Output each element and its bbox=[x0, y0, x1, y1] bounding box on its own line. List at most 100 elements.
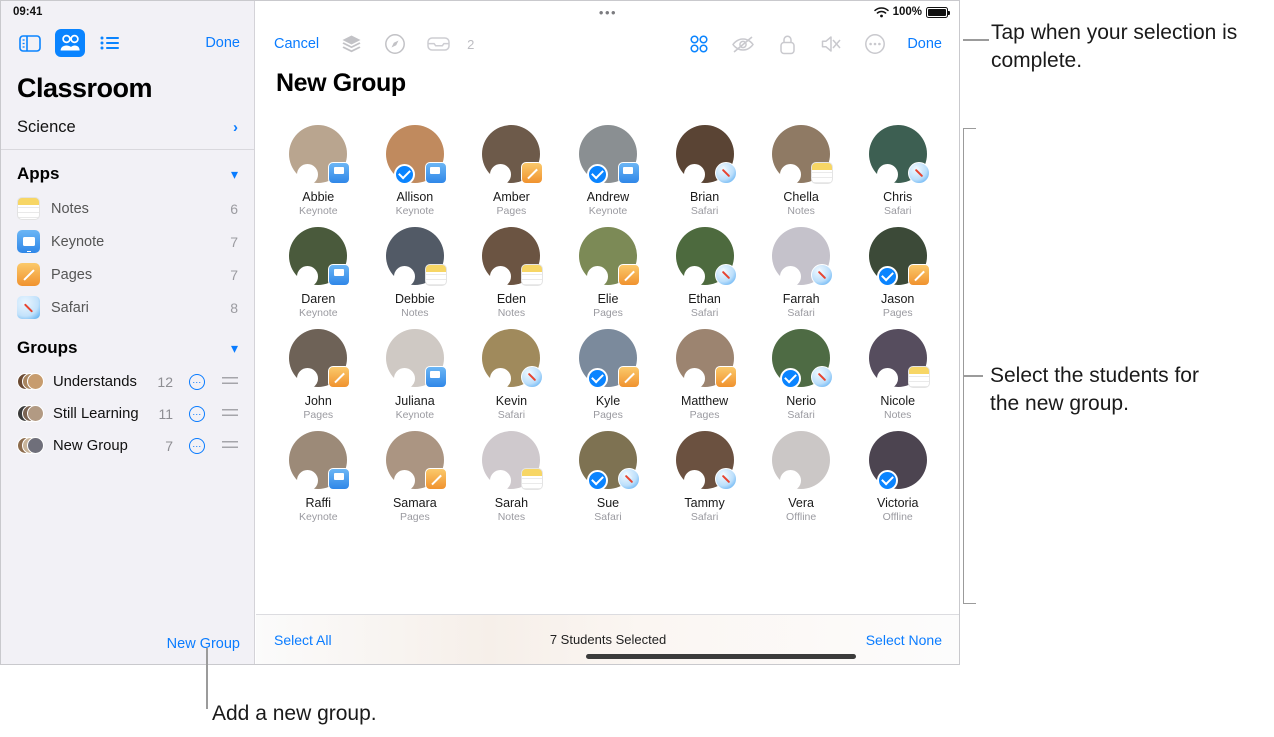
student-avatar-wrap[interactable] bbox=[579, 431, 637, 489]
student-cell[interactable]: SueSafari bbox=[560, 431, 657, 523]
reorder-handle-icon[interactable] bbox=[222, 409, 238, 420]
mute-button[interactable] bbox=[819, 32, 843, 56]
student-avatar-wrap[interactable] bbox=[482, 431, 540, 489]
student-avatar-wrap[interactable] bbox=[772, 329, 830, 387]
navigate-button[interactable] bbox=[383, 32, 407, 56]
select-all-button[interactable]: Select All bbox=[274, 632, 332, 648]
select-none-button[interactable]: Select None bbox=[866, 632, 942, 648]
student-avatar-wrap[interactable] bbox=[869, 431, 927, 489]
student-avatar-wrap[interactable] bbox=[869, 125, 927, 183]
student-cell[interactable]: EthanSafari bbox=[656, 227, 753, 319]
student-cell[interactable]: TammySafari bbox=[656, 431, 753, 523]
home-indicator[interactable] bbox=[586, 654, 856, 659]
new-group-button[interactable]: New Group bbox=[167, 636, 240, 652]
sidebar-toggle-button[interactable] bbox=[15, 29, 45, 57]
student-avatar-wrap[interactable] bbox=[579, 227, 637, 285]
selected-check-icon[interactable] bbox=[780, 368, 801, 389]
student-cell[interactable]: MatthewPages bbox=[656, 329, 753, 421]
student-cell[interactable]: JulianaKeynote bbox=[367, 329, 464, 421]
unselected-check-icon[interactable] bbox=[780, 470, 801, 491]
unselected-check-icon[interactable] bbox=[780, 164, 801, 185]
selected-check-icon[interactable] bbox=[877, 470, 898, 491]
unselected-check-icon[interactable] bbox=[684, 266, 705, 287]
unselected-check-icon[interactable] bbox=[394, 368, 415, 389]
group-more-button[interactable]: ⋯ bbox=[189, 406, 205, 422]
selected-check-icon[interactable] bbox=[877, 266, 898, 287]
student-cell[interactable]: JohnPages bbox=[270, 329, 367, 421]
student-avatar-wrap[interactable] bbox=[772, 227, 830, 285]
sidebar-app-keynote[interactable]: Keynote 7 bbox=[1, 225, 254, 258]
student-cell[interactable]: SamaraPages bbox=[367, 431, 464, 523]
student-avatar-wrap[interactable] bbox=[386, 329, 444, 387]
student-cell[interactable]: DebbieNotes bbox=[367, 227, 464, 319]
sidebar-groups-section-header[interactable]: Groups ▾ bbox=[1, 324, 254, 366]
more-options-button[interactable] bbox=[863, 32, 887, 56]
student-avatar-wrap[interactable] bbox=[482, 125, 540, 183]
student-avatar-wrap[interactable] bbox=[386, 125, 444, 183]
unselected-check-icon[interactable] bbox=[877, 164, 898, 185]
cancel-button[interactable]: Cancel bbox=[274, 36, 319, 52]
lock-screen-button[interactable] bbox=[775, 32, 799, 56]
student-cell[interactable]: DarenKeynote bbox=[270, 227, 367, 319]
student-avatar-wrap[interactable] bbox=[386, 431, 444, 489]
student-cell[interactable]: EdenNotes bbox=[463, 227, 560, 319]
sidebar-group-new-group[interactable]: New Group 7 ⋯ bbox=[1, 430, 254, 462]
student-avatar-wrap[interactable] bbox=[482, 329, 540, 387]
reorder-handle-icon[interactable] bbox=[222, 377, 238, 388]
student-avatar-wrap[interactable] bbox=[676, 227, 734, 285]
sidebar-group-still-learning[interactable]: Still Learning 11 ⋯ bbox=[1, 398, 254, 430]
unselected-check-icon[interactable] bbox=[684, 368, 705, 389]
student-avatar-wrap[interactable] bbox=[289, 431, 347, 489]
selected-check-icon[interactable] bbox=[587, 470, 608, 491]
sidebar-done-button[interactable]: Done bbox=[205, 35, 240, 51]
student-avatar-wrap[interactable] bbox=[289, 125, 347, 183]
sidebar-apps-section-header[interactable]: Apps ▾ bbox=[1, 150, 254, 192]
student-cell[interactable]: AmberPages bbox=[463, 125, 560, 217]
sidebar-class-row[interactable]: Science › bbox=[1, 112, 254, 150]
unselected-check-icon[interactable] bbox=[394, 266, 415, 287]
student-cell[interactable]: ChellaNotes bbox=[753, 125, 850, 217]
student-avatar-wrap[interactable] bbox=[482, 227, 540, 285]
student-avatar-wrap[interactable] bbox=[869, 329, 927, 387]
main-done-button[interactable]: Done bbox=[907, 36, 942, 52]
student-cell[interactable]: VictoriaOffline bbox=[849, 431, 946, 523]
student-avatar-wrap[interactable] bbox=[579, 125, 637, 183]
unselected-check-icon[interactable] bbox=[587, 266, 608, 287]
group-more-button[interactable]: ⋯ bbox=[189, 374, 205, 390]
unselected-check-icon[interactable] bbox=[394, 470, 415, 491]
sidebar-app-notes[interactable]: Notes 6 bbox=[1, 192, 254, 225]
unselected-check-icon[interactable] bbox=[684, 470, 705, 491]
student-avatar-wrap[interactable] bbox=[289, 329, 347, 387]
student-avatar-wrap[interactable] bbox=[676, 431, 734, 489]
unselected-check-icon[interactable] bbox=[780, 266, 801, 287]
layers-button[interactable] bbox=[339, 32, 363, 56]
student-avatar-wrap[interactable] bbox=[869, 227, 927, 285]
student-avatar-wrap[interactable] bbox=[772, 431, 830, 489]
student-cell[interactable]: KevinSafari bbox=[463, 329, 560, 421]
student-cell[interactable]: NerioSafari bbox=[753, 329, 850, 421]
student-cell[interactable]: FarrahSafari bbox=[753, 227, 850, 319]
grid-view-button[interactable] bbox=[687, 32, 711, 56]
hide-screen-button[interactable] bbox=[731, 32, 755, 56]
sidebar-list-view-button[interactable] bbox=[95, 29, 125, 57]
student-cell[interactable]: KylePages bbox=[560, 329, 657, 421]
group-more-button[interactable]: ⋯ bbox=[189, 438, 205, 454]
sidebar-group-understands[interactable]: Understands 12 ⋯ bbox=[1, 366, 254, 398]
inbox-button[interactable] bbox=[427, 32, 451, 56]
student-cell[interactable]: NicoleNotes bbox=[849, 329, 946, 421]
multitask-dots-icon[interactable]: ••• bbox=[599, 6, 617, 19]
student-cell[interactable]: SarahNotes bbox=[463, 431, 560, 523]
student-cell[interactable]: JasonPages bbox=[849, 227, 946, 319]
student-avatar-wrap[interactable] bbox=[676, 329, 734, 387]
sidebar-people-view-button[interactable] bbox=[55, 29, 85, 57]
unselected-check-icon[interactable] bbox=[684, 164, 705, 185]
student-cell[interactable]: RaffiKeynote bbox=[270, 431, 367, 523]
student-cell[interactable]: EliePages bbox=[560, 227, 657, 319]
student-avatar-wrap[interactable] bbox=[289, 227, 347, 285]
student-avatar-wrap[interactable] bbox=[772, 125, 830, 183]
sidebar-app-pages[interactable]: Pages 7 bbox=[1, 258, 254, 291]
reorder-handle-icon[interactable] bbox=[222, 441, 238, 452]
student-cell[interactable]: AndrewKeynote bbox=[560, 125, 657, 217]
student-cell[interactable]: VeraOffline bbox=[753, 431, 850, 523]
selected-check-icon[interactable] bbox=[394, 164, 415, 185]
